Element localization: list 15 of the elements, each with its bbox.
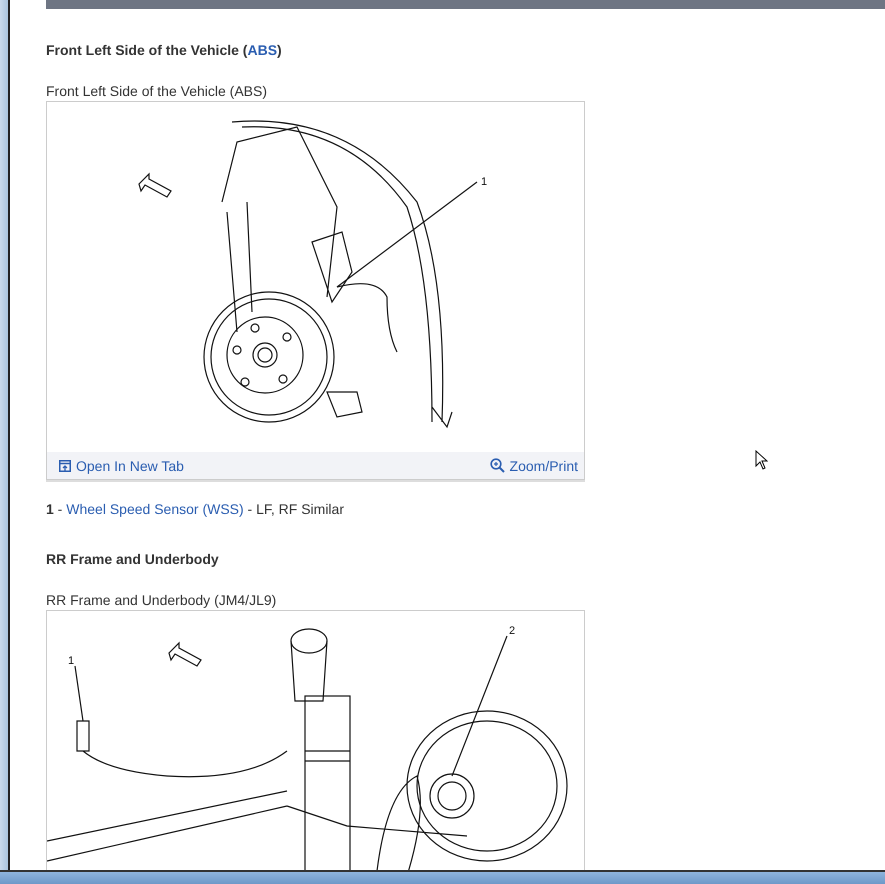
callout-number: 1 xyxy=(481,176,488,188)
section-heading: Front Left Side of the Vehicle (ABS) xyxy=(46,41,283,59)
abbreviation-link[interactable]: ABS xyxy=(247,42,278,58)
zoom-icon xyxy=(490,458,505,473)
legend-entry: 1 - Wheel Speed Sensor (WSS) - LF, RF Similar xyxy=(46,500,345,518)
callout-number: 1 xyxy=(68,655,74,667)
callout-number: 2 xyxy=(509,625,516,637)
component-link[interactable]: Wheel Speed Sensor (WSS) xyxy=(66,501,244,517)
new-tab-icon xyxy=(59,460,71,472)
figure-caption: Front Left Side of the Vehicle (ABS) xyxy=(46,82,268,100)
open-in-new-tab-link[interactable]: Open In New Tab xyxy=(59,458,184,474)
zoom-print-link[interactable]: Zoom/Print xyxy=(490,458,578,474)
section-heading: RR Frame and Underbody xyxy=(46,550,220,568)
figure-caption: RR Frame and Underbody (JM4/JL9) xyxy=(46,591,278,609)
mouse-cursor-icon xyxy=(755,450,768,470)
